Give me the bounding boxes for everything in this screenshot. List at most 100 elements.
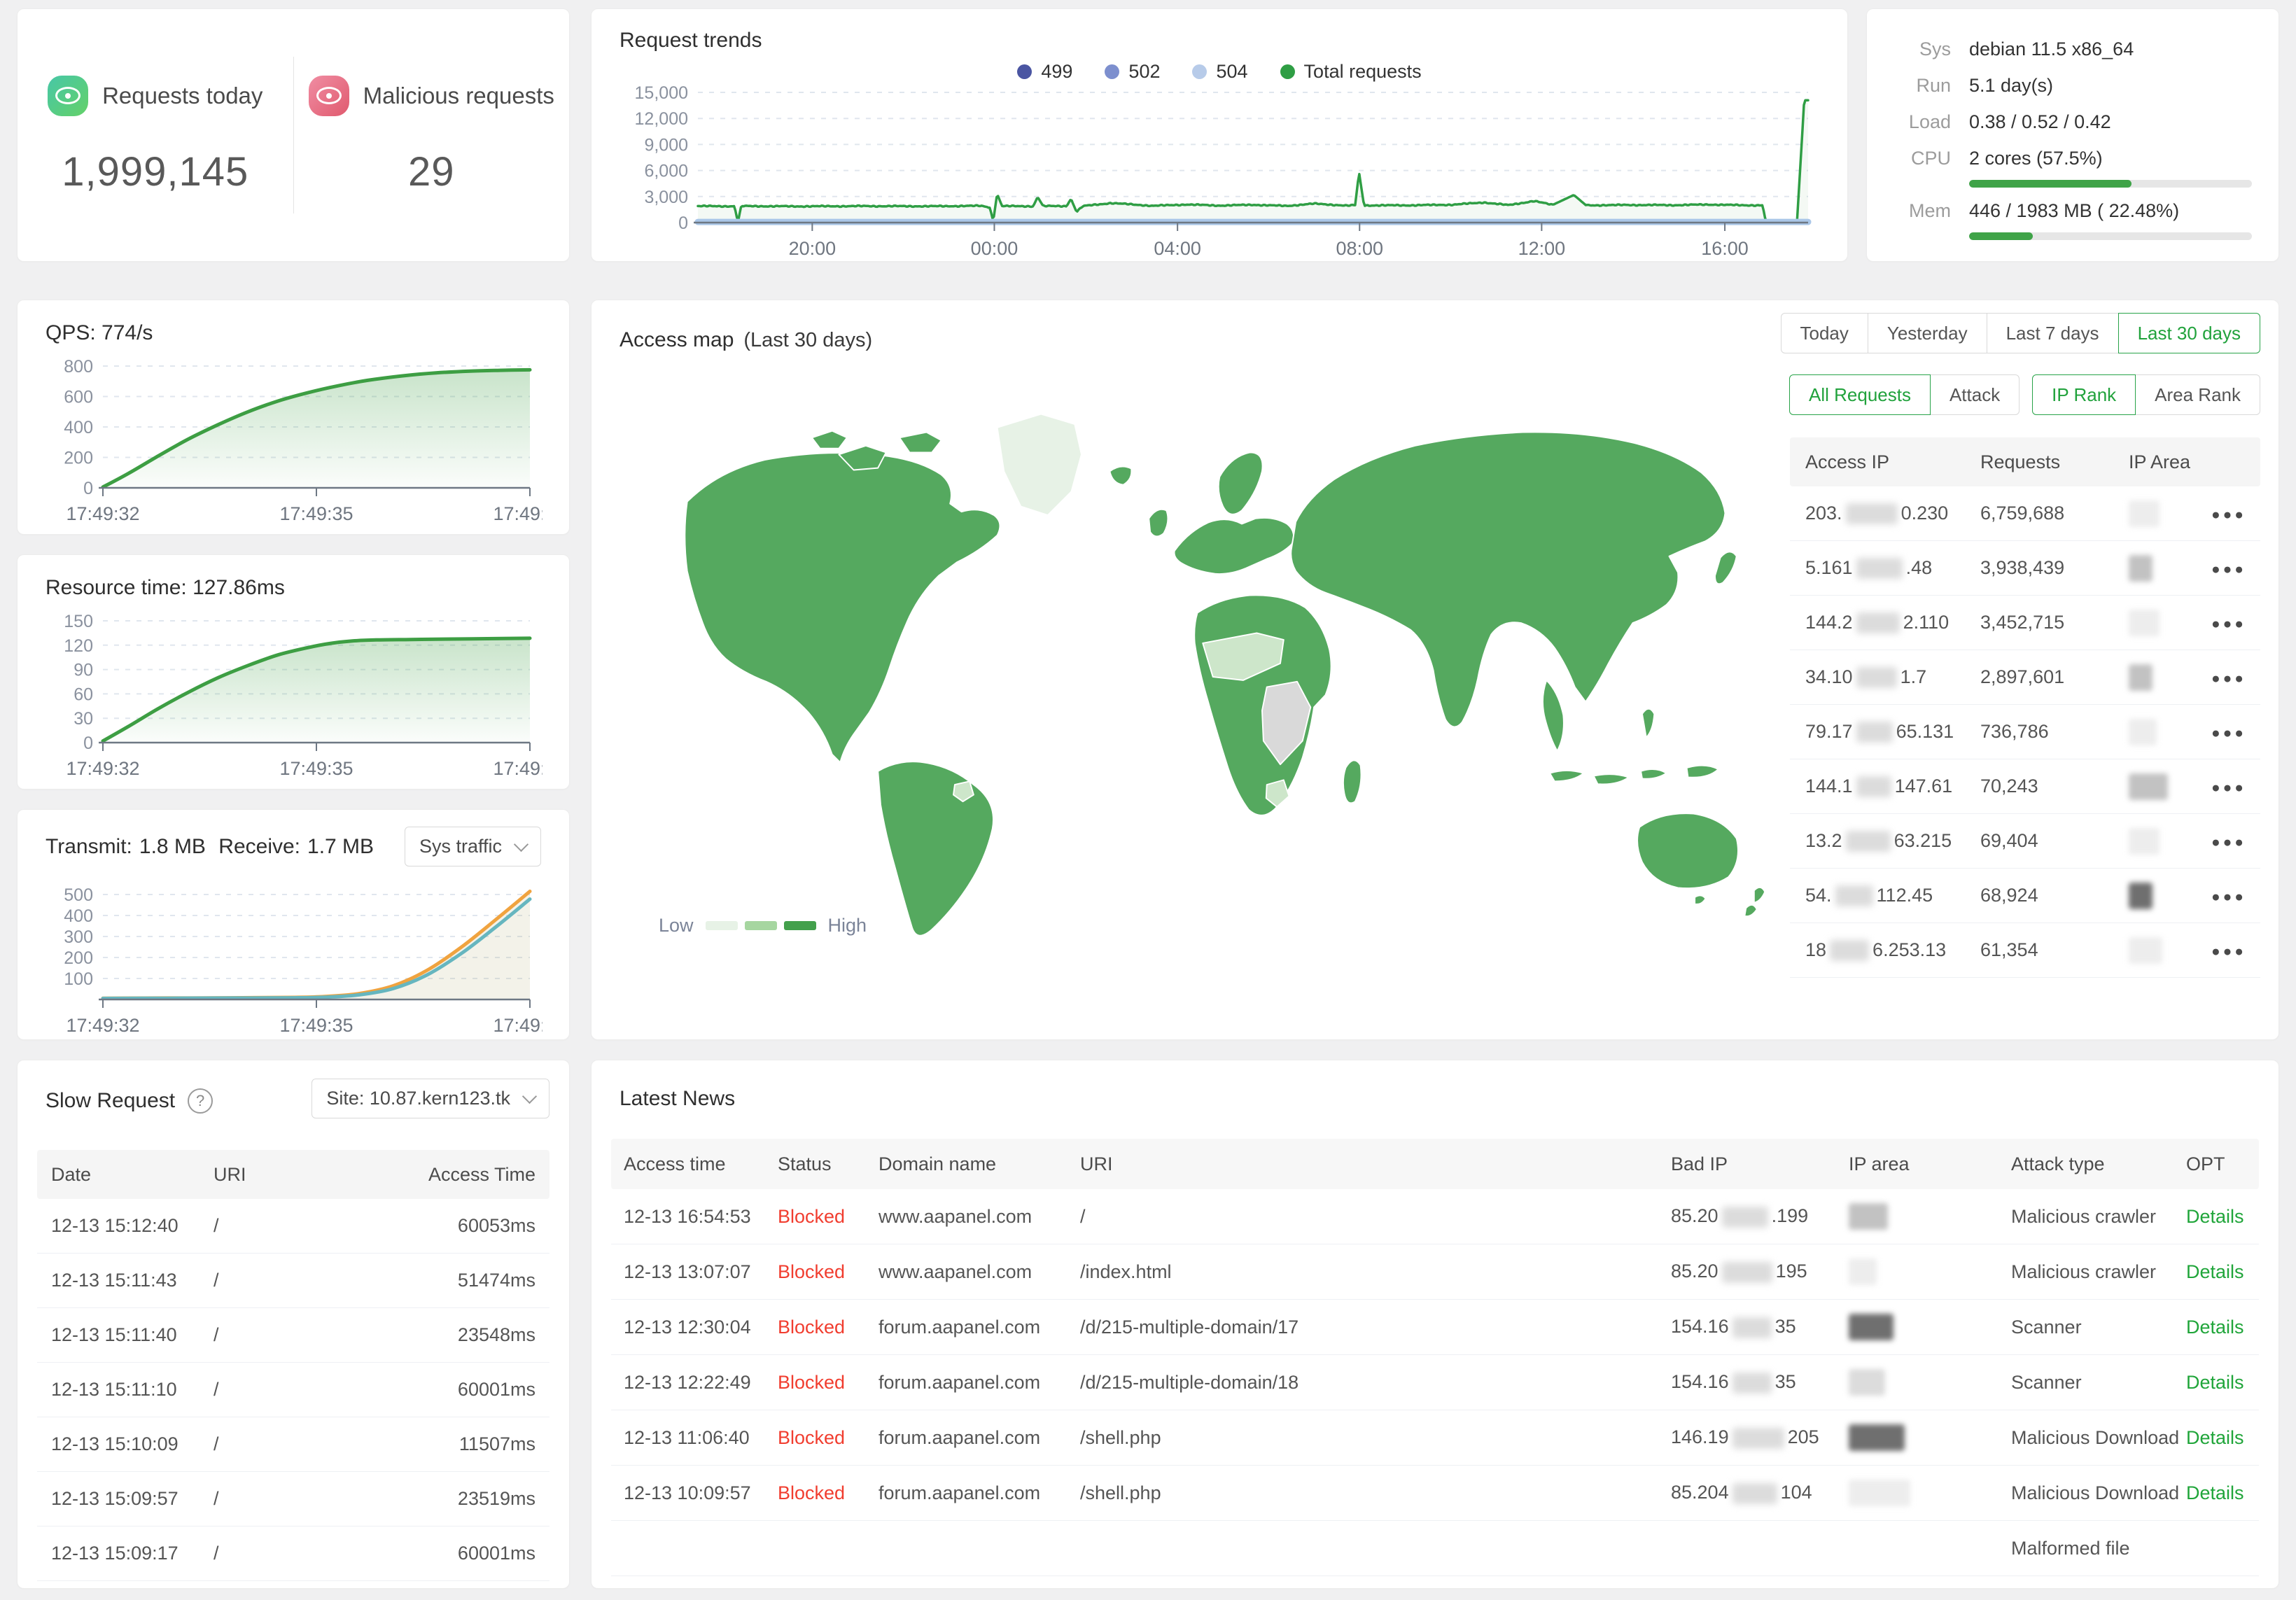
ip-suffix: .48 xyxy=(1906,557,1933,578)
traffic-type-dropdown[interactable]: Sys traffic xyxy=(405,827,541,866)
legend-label: 504 xyxy=(1216,61,1247,83)
domain-cell: forum.aapanel.com xyxy=(878,1317,1080,1338)
site-dropdown[interactable]: Site: 10.87.kern123.tk xyxy=(312,1079,550,1118)
requests-cell: 3,452,715 xyxy=(1980,612,2129,633)
access-map-subtitle: (Last 30 days) xyxy=(743,329,872,352)
details-link[interactable]: Details xyxy=(2186,1372,2244,1393)
ip-table-row: 203.0.2306,759,688●●● xyxy=(1790,486,2260,541)
qps-chart: 020040060080017:49:3217:49:3517:49:38 xyxy=(46,358,541,528)
map-southeast-asia xyxy=(1543,680,1564,751)
system-info-card: Sysdebian 11.5 x86_64Run5.1 day(s)Load0.… xyxy=(1866,8,2279,262)
uri-cell: /index.html xyxy=(1080,1261,1671,1283)
more-icon[interactable]: ●●● xyxy=(2211,671,2246,687)
access-ip-cell: 186.253.13 xyxy=(1790,939,1980,962)
details-link[interactable]: Details xyxy=(2186,1261,2244,1282)
more-icon[interactable]: ●●● xyxy=(2211,834,2246,850)
period-last-30-days[interactable]: Last 30 days xyxy=(2118,313,2260,353)
access-map-card: Access map (Last 30 days) xyxy=(591,300,2279,1040)
redacted-ip-area xyxy=(2129,664,2152,691)
details-link[interactable]: Details xyxy=(2186,1317,2244,1338)
ip-rank-table: Access IP Requests IP Area 203.0.2306,75… xyxy=(1790,437,2260,978)
svg-text:30: 30 xyxy=(74,709,93,729)
system-info-value: 5.1 day(s) xyxy=(1969,75,2053,97)
period-last-7-days[interactable]: Last 7 days xyxy=(1987,313,2119,353)
ip-suffix: 195 xyxy=(1776,1261,1807,1282)
ip-prefix: 5.161 xyxy=(1805,557,1853,578)
map-indonesia xyxy=(1550,771,1583,781)
tab-all-requests[interactable]: All Requests xyxy=(1789,374,1931,415)
requests-cell: 736,786 xyxy=(1980,721,2129,743)
access-ip-cell: 144.22.110 xyxy=(1790,612,1980,634)
system-info-label: Run xyxy=(1884,75,1951,97)
redacted-ip-segment xyxy=(1856,722,1893,743)
map-greenland xyxy=(997,414,1082,515)
status-badge: Blocked xyxy=(778,1372,878,1394)
more-icon[interactable]: ●●● xyxy=(2211,725,2246,741)
system-info-value: 2 cores (57.5%) xyxy=(1969,148,2103,169)
tab-ip-rank[interactable]: IP Rank xyxy=(2032,374,2136,415)
more-icon[interactable]: ●●● xyxy=(2211,780,2246,796)
legend-label: 499 xyxy=(1041,61,1072,83)
more-icon[interactable]: ●●● xyxy=(2211,889,2246,905)
col-opt: OPT xyxy=(2186,1153,2259,1175)
bad-ip-cell: 146.19205 xyxy=(1671,1426,1849,1449)
more-icon[interactable]: ●●● xyxy=(2211,943,2246,960)
access-time-cell: 12-13 12:22:49 xyxy=(611,1372,778,1394)
redacted-ip-segment xyxy=(1856,612,1900,633)
stats-card: Requests today 1,999,145 Malicious reque… xyxy=(17,8,570,262)
opt-cell: Details xyxy=(2186,1206,2259,1228)
more-icon[interactable]: ●●● xyxy=(2211,561,2246,577)
access-ip-cell: 34.101.7 xyxy=(1790,666,1980,689)
map-north-america xyxy=(685,453,1000,762)
period-yesterday[interactable]: Yesterday xyxy=(1868,313,1987,353)
request-trends-title: Request trends xyxy=(620,29,1819,52)
resource-time-card: Resource time: 127.86ms 030609012015017:… xyxy=(17,554,570,790)
col-requests: Requests xyxy=(1980,451,2129,473)
bad-ip-cell: 85.20195 xyxy=(1671,1261,1849,1283)
col-ip-area: IP area xyxy=(1849,1153,2011,1175)
map-philippines xyxy=(1642,709,1654,738)
more-cell: ●●● xyxy=(2202,612,2260,633)
col-uri: URI xyxy=(214,1164,388,1186)
bad-ip-cell: 85.20.199 xyxy=(1671,1205,1849,1228)
access-time-cell: 11507ms xyxy=(388,1433,550,1455)
details-link[interactable]: Details xyxy=(2186,1427,2244,1448)
legend-label: Total requests xyxy=(1304,61,1422,83)
uri-cell: /d/215-multiple-domain/18 xyxy=(1080,1372,1671,1394)
slow-request-row: 12-13 15:11:10/60001ms xyxy=(37,1363,550,1417)
system-info-value: debian 11.5 x86_64 xyxy=(1969,38,2134,60)
ip-suffix: 2.110 xyxy=(1903,612,1949,633)
system-info-label: Sys xyxy=(1884,38,1951,60)
ip-table-row: 54.112.4568,924●●● xyxy=(1790,869,2260,923)
slow-table-header: Date URI Access Time xyxy=(37,1150,550,1199)
slow-request-row: 12-13 15:09:17/60001ms xyxy=(37,1527,550,1581)
resource-time-title: Resource time: 127.86ms xyxy=(46,576,541,600)
legend-dot-icon xyxy=(1192,64,1207,79)
attack-type-cell: Malicious Download xyxy=(2011,1482,2186,1504)
system-info-row: Mem446 / 1983 MB ( 22.48%) xyxy=(1884,200,2252,222)
tab-area-rank[interactable]: Area Rank xyxy=(2135,374,2260,415)
redacted-ip-area xyxy=(1849,1314,1893,1340)
access-time-cell: 23519ms xyxy=(388,1488,550,1510)
help-icon[interactable]: ? xyxy=(188,1088,213,1114)
slow-request-row: 12-13 15:11:40/23548ms xyxy=(37,1308,550,1363)
more-icon[interactable]: ●●● xyxy=(2211,616,2246,632)
news-table-row: 12-13 12:30:04Blockedforum.aapanel.com/d… xyxy=(611,1300,2259,1355)
more-icon[interactable]: ●●● xyxy=(2211,507,2246,523)
details-link[interactable]: Details xyxy=(2186,1482,2244,1503)
slow-request-title: Slow Request xyxy=(46,1089,175,1113)
period-today[interactable]: Today xyxy=(1781,313,1868,353)
site-dropdown-value: Site: 10.87.kern123.tk xyxy=(326,1088,510,1109)
details-link[interactable]: Details xyxy=(2186,1206,2244,1227)
tab-attack[interactable]: Attack xyxy=(1930,374,2019,415)
more-cell: ●●● xyxy=(2202,939,2260,961)
news-table-row: Malformed file xyxy=(611,1521,2259,1576)
svg-text:20:00: 20:00 xyxy=(789,238,836,259)
attack-type-cell: Malicious crawler xyxy=(2011,1261,2186,1283)
map-new-zealand xyxy=(1744,905,1756,916)
ip-prefix: 146.19 xyxy=(1671,1426,1729,1447)
news-table-row: 12-13 10:09:57Blockedforum.aapanel.com/s… xyxy=(611,1466,2259,1521)
attack-type-cell: Malicious Download xyxy=(2011,1427,2186,1449)
more-cell: ●●● xyxy=(2202,885,2260,906)
ip-area-cell xyxy=(2129,828,2202,855)
